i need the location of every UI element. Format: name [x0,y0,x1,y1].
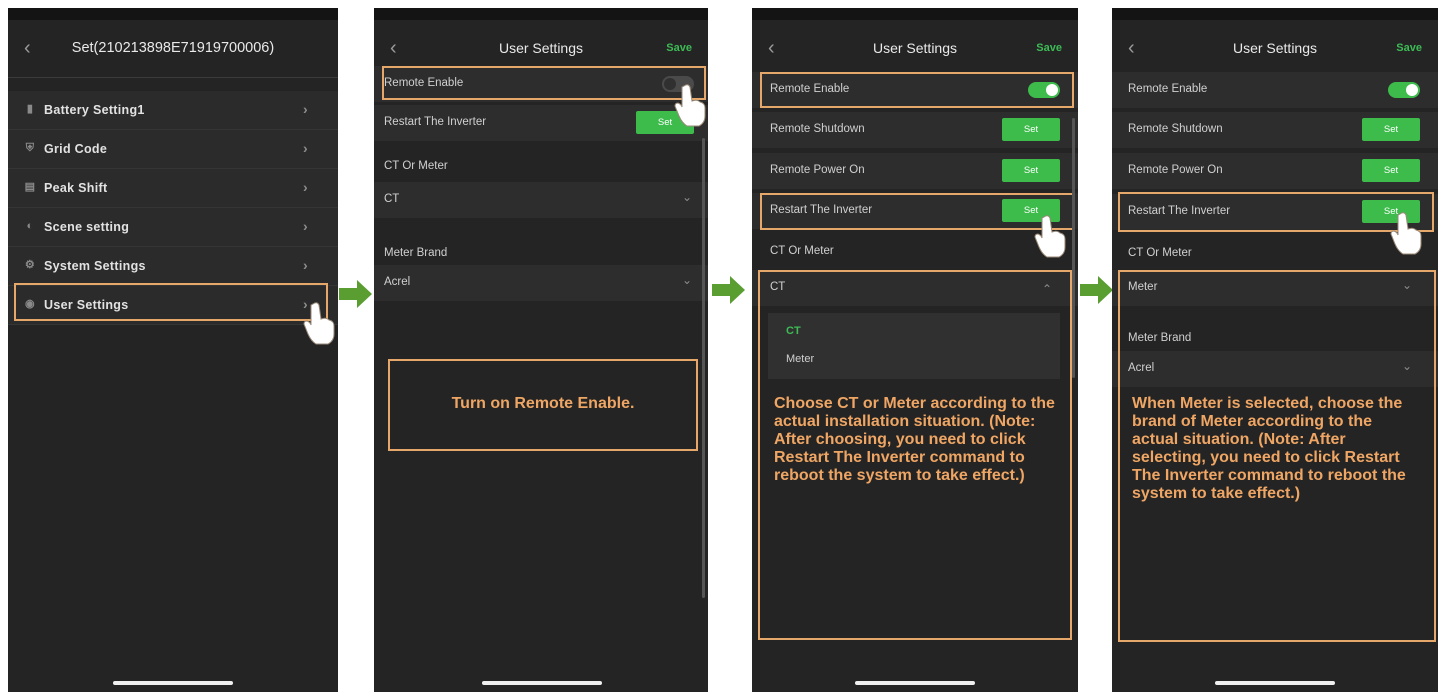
gear-icon: ⚙ [24,259,36,271]
page-title: Set(210213898E71919700006) [71,40,275,56]
screen-user-settings-3: ‹ User Settings Save Remote Enable Remot… [1112,8,1438,692]
scrollbar[interactable] [1072,118,1075,378]
highlight-box-restart [1118,192,1434,232]
row-ct-or-meter-label: CT Or Meter [752,234,1078,270]
pointing-hand-icon [303,302,335,345]
chevron-down-icon: ⌄ [681,273,692,287]
remote-shutdown-set-button[interactable]: Set [1362,118,1420,141]
remote-shutdown-set-button[interactable]: Set [1002,118,1060,141]
remote-shutdown-label: Remote Shutdown [770,123,865,135]
status-bar [374,8,708,20]
arrow-right-icon [712,276,745,304]
remote-power-on-set-button[interactable]: Set [1362,159,1420,182]
chevron-right-icon: › [303,179,308,195]
save-button[interactable]: Save [1396,42,1422,54]
menu-item-grid-code[interactable]: ⛨ Grid Code › [8,130,338,169]
highlight-box-user-settings [14,283,328,321]
caption-text: Turn on Remote Enable. [451,395,635,412]
menu-item-label: Peak Shift [44,181,108,195]
scrollbar[interactable] [702,138,705,598]
home-indicator [1215,681,1335,685]
row-remote-enable: Remote Enable [1112,72,1438,108]
remote-power-on-label: Remote Power On [770,164,865,176]
pointing-hand-icon [1390,212,1422,255]
meter-brand-label: Meter Brand [384,247,448,259]
menu-item-label: Grid Code [44,142,108,156]
chevron-right-icon: › [303,218,308,234]
battery-icon: ▮ [26,103,34,115]
screen-user-settings-1: ‹ User Settings Save Remote Enable Resta… [374,8,708,692]
menu-item-battery-setting[interactable]: ▮ Battery Setting1 › [8,91,338,130]
ct-or-meter-label: CT Or Meter [384,160,448,172]
status-bar [8,8,338,20]
caption-text: When Meter is selected, choose the brand… [1132,395,1406,502]
page-title: User Settings [1232,40,1318,56]
screen-set-menu: ‹ Set(210213898E71919700006) ▮ Battery S… [8,8,338,692]
meter-brand-value: Acrel [384,276,411,288]
status-bar [1112,8,1438,20]
chart-icon: ▤ [24,181,36,193]
arrow-right-icon [339,280,372,308]
caption-text: Choose CT or Meter according to the actu… [774,395,1055,484]
ct-or-meter-select[interactable]: CT ⌄ [374,182,708,218]
screen-user-settings-2: ‹ User Settings Save Remote Enable Remot… [752,8,1078,692]
page-title: User Settings [872,40,958,56]
row-ct-or-meter-label: CT Or Meter [374,149,708,185]
remote-power-on-label: Remote Power On [1128,164,1223,176]
pointing-hand-icon [1034,215,1066,258]
chevron-right-icon: › [303,101,308,117]
save-button[interactable]: Save [1036,42,1062,54]
divider [8,77,338,78]
arrow-right-icon [1080,276,1113,304]
row-remote-shutdown: Remote Shutdown Set [752,112,1078,148]
chevron-down-icon: ⌄ [681,190,692,204]
meter-brand-select[interactable]: Acrel ⌄ [374,265,708,301]
header: ‹ User Settings Save [1112,20,1438,78]
highlight-box-restart [760,193,1074,230]
menu-item-label: System Settings [44,259,146,273]
header: ‹ Set(210213898E71919700006) [8,20,338,78]
restart-inverter-label: Restart The Inverter [384,116,487,128]
chevron-right-icon: › [303,140,308,156]
ct-or-meter-label: CT Or Meter [1128,247,1192,259]
menu-item-scene-setting[interactable]: ◐ Scene setting › [8,208,338,247]
pointing-hand-icon [674,84,706,127]
highlight-box-remote-enable [760,72,1074,108]
remote-enable-toggle[interactable] [1388,82,1420,98]
home-indicator [855,681,975,685]
row-remote-shutdown: Remote Shutdown Set [1112,112,1438,148]
remote-power-on-set-button[interactable]: Set [1002,159,1060,182]
remote-enable-label: Remote Enable [1128,83,1208,95]
save-button[interactable]: Save [666,42,692,54]
home-indicator [113,681,233,685]
remote-shutdown-label: Remote Shutdown [1128,123,1223,135]
row-restart-inverter: Restart The Inverter Set [374,105,708,141]
header: ‹ User Settings Save [752,20,1078,78]
scene-icon: ◐ [26,220,34,232]
menu-item-label: Scene setting [44,220,130,234]
menu-item-label: Battery Setting1 [44,103,145,117]
page-title: User Settings [498,40,584,56]
menu-item-system-settings[interactable]: ⚙ System Settings › [8,247,338,286]
shield-icon: ⛨ [25,142,35,154]
row-remote-power-on: Remote Power On Set [752,153,1078,189]
toggle-knob [1406,84,1418,96]
menu-item-peak-shift[interactable]: ▤ Peak Shift › [8,169,338,208]
chevron-right-icon: › [303,257,308,273]
home-indicator [482,681,602,685]
ct-or-meter-value: CT [384,193,400,205]
row-remote-power-on: Remote Power On Set [1112,153,1438,189]
ct-or-meter-label: CT Or Meter [770,245,834,257]
highlight-box-remote-enable [382,66,706,100]
status-bar [752,8,1078,20]
